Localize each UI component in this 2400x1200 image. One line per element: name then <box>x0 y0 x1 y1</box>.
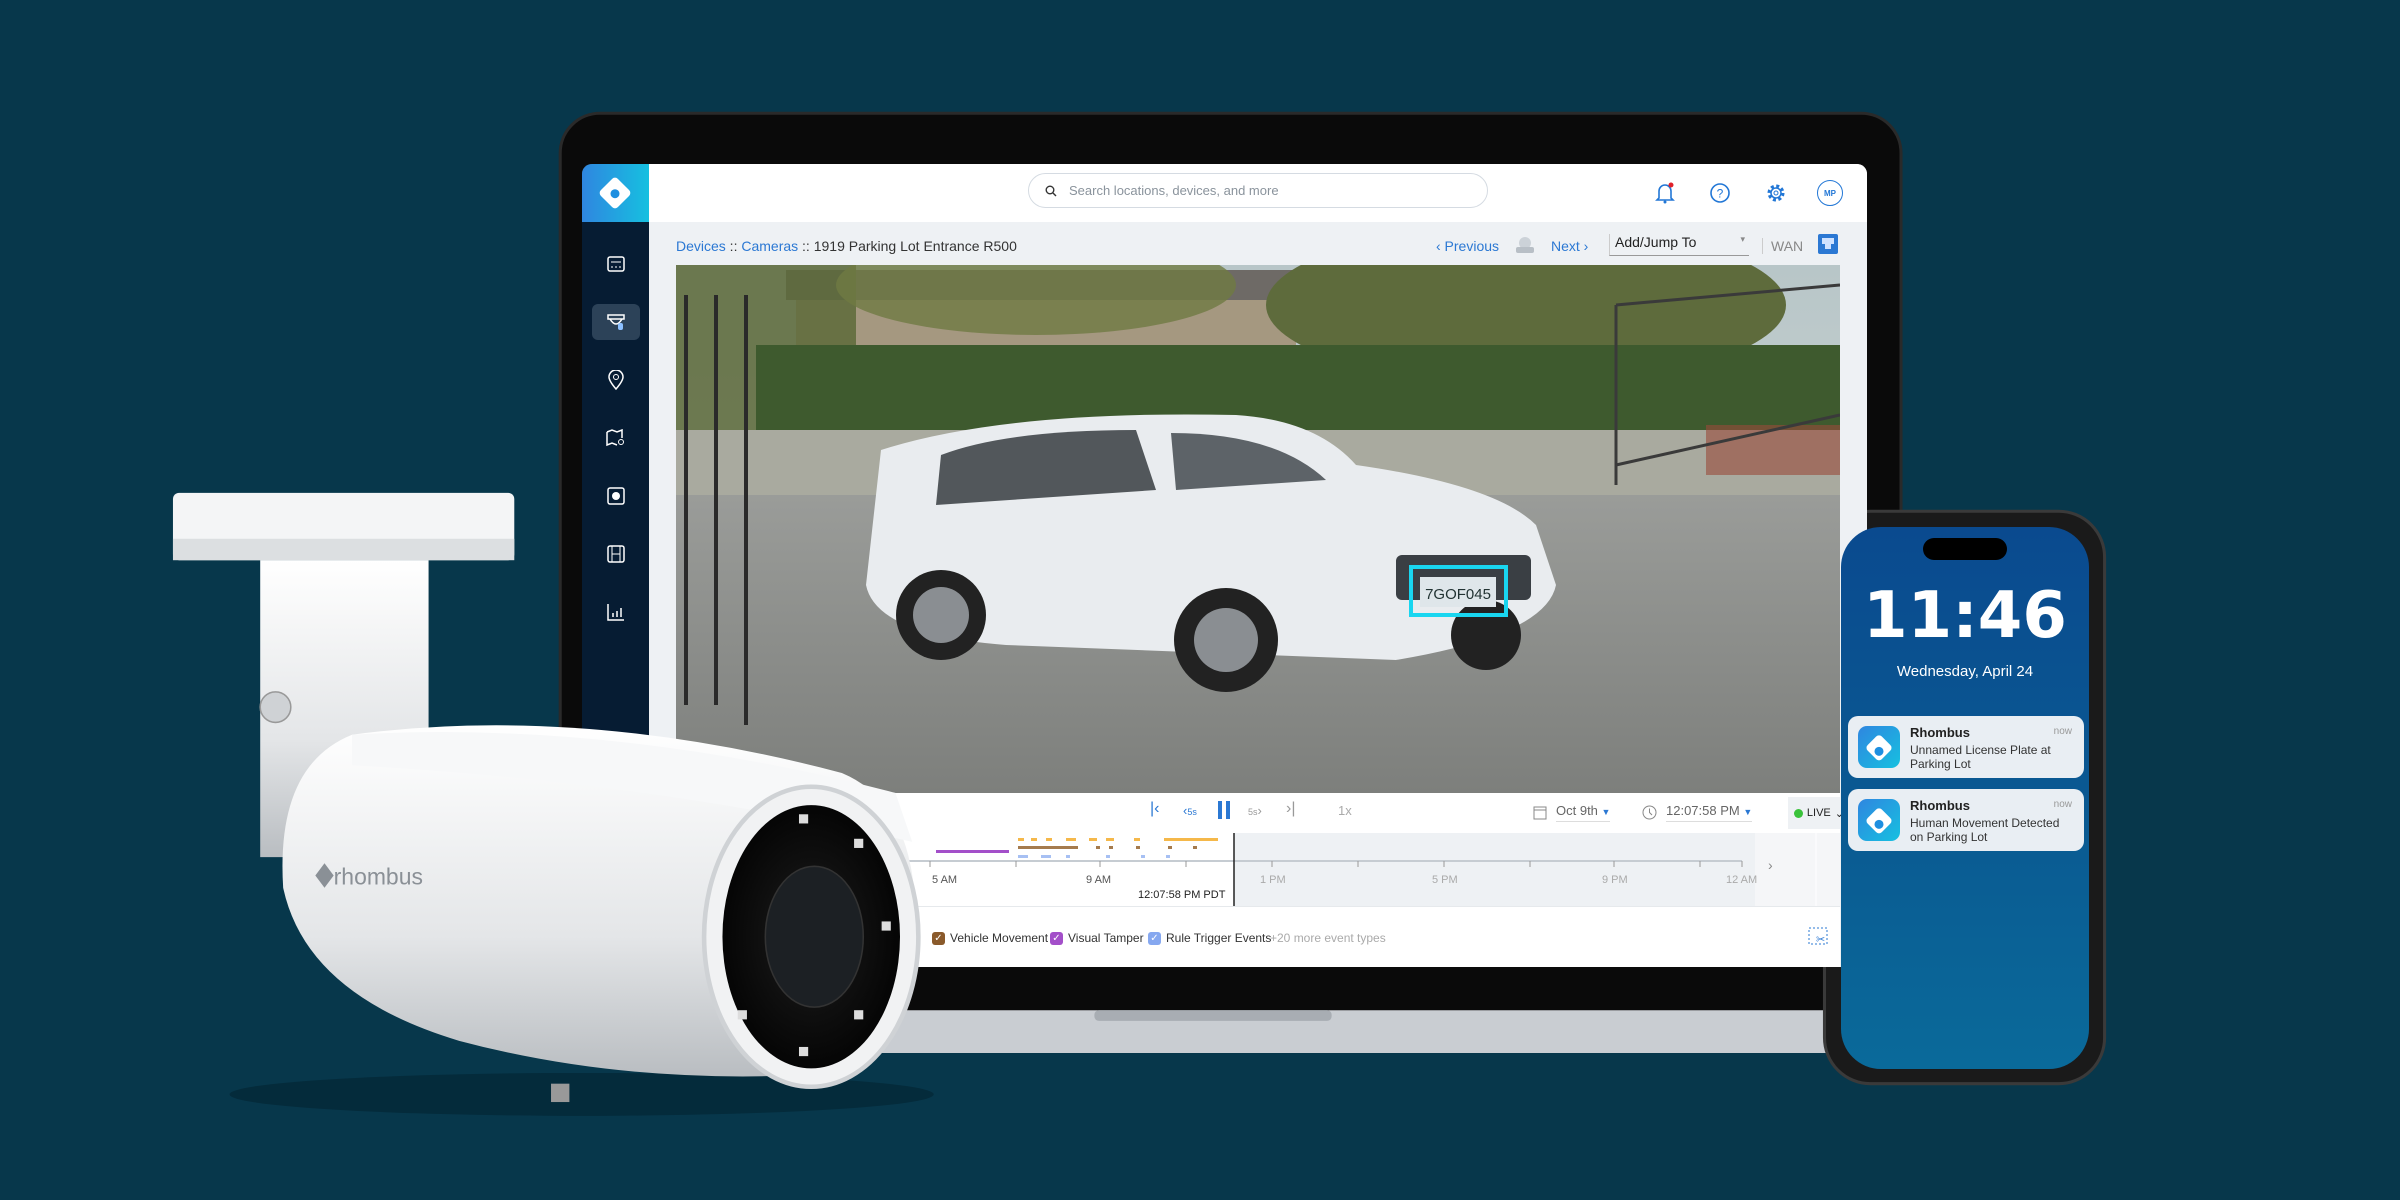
bullet-camera: rhombus <box>172 492 934 1116</box>
camera-brand-logo: rhombus <box>334 864 423 890</box>
